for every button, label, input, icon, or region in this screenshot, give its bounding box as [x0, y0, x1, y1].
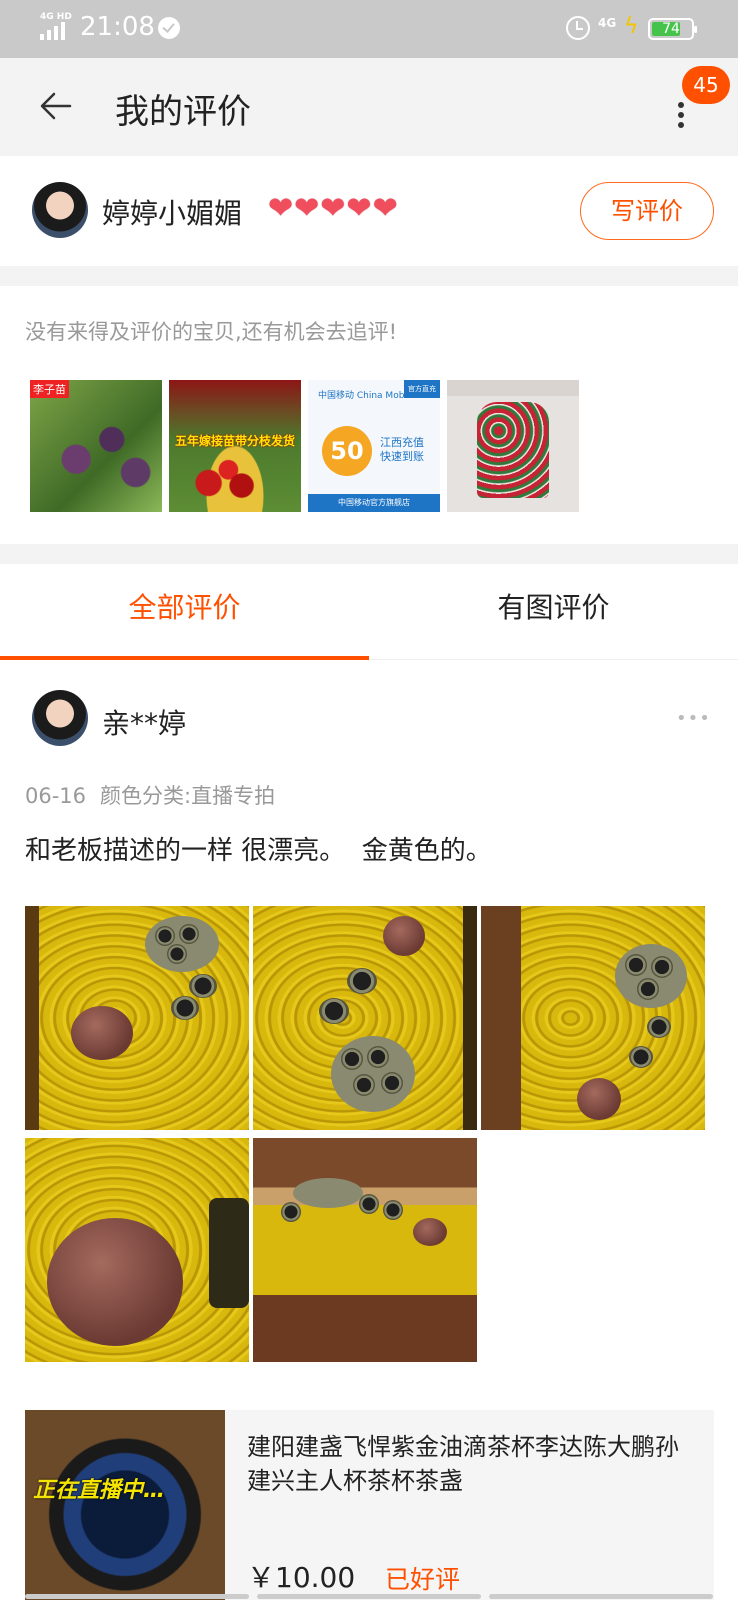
profile-section: 婷婷小媚媚 ❤ ❤ ❤ ❤ ❤ 写评价	[0, 156, 738, 266]
product-price: ￥10.00	[247, 1561, 356, 1594]
review-meta: 06-16 颜色分类:直播专拍	[25, 780, 289, 810]
back-arrow-icon[interactable]	[38, 88, 74, 124]
product-title: 建阳建盏飞悍紫金油滴茶杯李达陈大鹏孙建兴主人杯茶杯茶盏	[247, 1433, 679, 1495]
review-photo[interactable]	[25, 1138, 249, 1362]
tab-all-reviews[interactable]: 全部评价	[0, 564, 369, 660]
review-photo[interactable]	[253, 906, 477, 1130]
profile-name: 婷婷小媚媚	[102, 197, 243, 230]
network-4g-label: 4G	[598, 16, 617, 30]
alarm-icon	[566, 16, 590, 40]
status-time: 21:08	[80, 12, 155, 42]
corner-badge: 官方直充	[404, 380, 440, 398]
more-options-icon[interactable]	[676, 102, 686, 132]
review-tabs: 全部评价 有图评价	[0, 564, 738, 660]
review-more-icon[interactable]: •••	[676, 708, 711, 729]
live-overlay-text: 正在直播中…	[33, 1478, 166, 1503]
reviewer-avatar[interactable]	[32, 690, 88, 746]
write-review-button[interactable]: 写评价	[580, 182, 714, 240]
heart-icon: ❤	[268, 191, 294, 226]
status-bar: 4G HD 21:08 4G ϟ 74	[0, 0, 738, 58]
pending-item-thumbnail[interactable]: 李子苗	[30, 380, 162, 512]
pending-review-section: 没有来得及评价的宝贝,还有机会去追评! 李子苗 五年嫁接苗带分枝发货 中国移动 …	[0, 286, 738, 544]
review-photo[interactable]	[25, 906, 249, 1130]
check-circle-icon	[158, 17, 180, 39]
review-photo[interactable]	[253, 1138, 477, 1362]
avatar[interactable]	[32, 182, 88, 238]
heart-icon: ❤	[372, 191, 398, 226]
notification-badge: 45	[682, 66, 730, 104]
pending-item-thumbnail[interactable]	[447, 380, 579, 512]
review-variant: 颜色分类:直播专拍	[100, 784, 276, 808]
charging-icon: ϟ	[624, 14, 639, 39]
reviewer-name: 亲**婷	[102, 707, 187, 740]
signal-icon: 4G HD	[40, 12, 74, 40]
amount-coin: 50	[322, 426, 372, 476]
tab-photo-reviews[interactable]: 有图评价	[369, 564, 738, 660]
review-card: 亲**婷 ••• 06-16 颜色分类:直播专拍 和老板描述的一样 很漂亮。 金黄…	[0, 660, 738, 1600]
page-title: 我的评价	[115, 92, 251, 132]
bottom-indicator	[25, 1594, 714, 1600]
heart-icon: ❤	[294, 191, 320, 226]
review-status: 已好评	[385, 1565, 461, 1594]
review-photo[interactable]	[481, 906, 705, 1130]
product-image: 正在直播中…	[25, 1410, 225, 1600]
section-divider	[0, 266, 738, 286]
network-type: 4G HD	[40, 12, 72, 22]
recharge-text: 江西充值 快速到账	[380, 436, 424, 463]
heart-icon: ❤	[320, 191, 346, 226]
reputation-hearts: ❤ ❤ ❤ ❤ ❤	[268, 192, 398, 226]
review-date: 06-16	[25, 784, 87, 808]
product-banner: 五年嫁接苗带分枝发货	[174, 434, 295, 448]
section-divider	[0, 544, 738, 564]
pending-item-thumbnail[interactable]: 中国移动 China Mobile 官方直充 50 江西充值 快速到账 中国移动…	[308, 380, 440, 512]
review-text: 和老板描述的一样 很漂亮。 金黄色的。	[25, 836, 492, 866]
pending-item-thumbnail[interactable]: 五年嫁接苗带分枝发货	[169, 380, 301, 512]
battery-level: 74	[662, 21, 680, 37]
battery-icon: 74	[648, 18, 697, 40]
brand-label: 中国移动 China Mobile	[318, 391, 415, 401]
pending-tip: 没有来得及评价的宝贝,还有机会去追评!	[25, 320, 398, 344]
reviewed-product-card[interactable]: 正在直播中… 建阳建盏飞悍紫金油滴茶杯李达陈大鹏孙建兴主人杯茶杯茶盏 ￥10.0…	[25, 1410, 714, 1600]
product-tag: 李子苗	[30, 380, 69, 398]
heart-icon: ❤	[346, 191, 372, 226]
top-nav-bar: 我的评价 45	[0, 58, 738, 156]
store-label: 中国移动官方旗舰店	[308, 494, 440, 512]
